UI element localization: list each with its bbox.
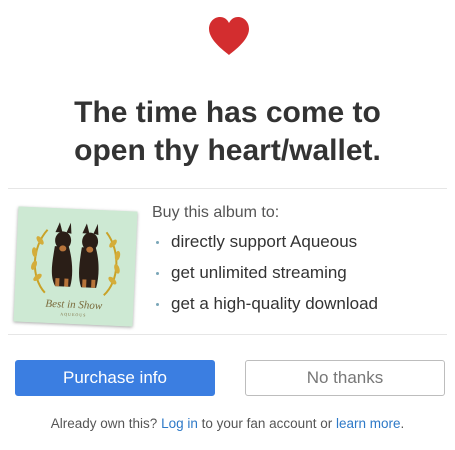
divider-top	[8, 188, 447, 189]
headline: The time has come to open thy heart/wall…	[0, 94, 455, 170]
benefit-item: directly support Aqueous	[152, 230, 378, 261]
footer-suffix: .	[400, 416, 405, 431]
no-thanks-button[interactable]: No thanks	[245, 360, 445, 396]
album-cover: Best in Show AQUEOUS	[13, 206, 138, 327]
footer-prefix: Already own this?	[50, 416, 158, 431]
benefit-item: get a high-quality download	[152, 292, 378, 323]
benefit-text: get unlimited streaming	[171, 263, 347, 282]
footer-middle: to your fan account or	[201, 416, 333, 431]
headline-line-2: open thy heart/wallet.	[74, 134, 381, 167]
heart-icon	[207, 16, 251, 56]
headline-line-1: The time has come to	[74, 96, 381, 129]
bullet-icon	[156, 272, 159, 275]
benefit-text: get a high-quality download	[171, 294, 378, 313]
login-link[interactable]: Log in	[161, 416, 198, 431]
divider-bottom	[8, 334, 447, 335]
bullet-icon	[156, 241, 159, 244]
benefit-item: get unlimited streaming	[152, 261, 378, 292]
buy-heading: Buy this album to:	[152, 204, 280, 221]
purchase-info-button[interactable]: Purchase info	[15, 360, 215, 396]
benefit-list: directly support Aqueous get unlimited s…	[152, 230, 378, 323]
footer-text: Already own this? Log in to your fan acc…	[0, 416, 455, 431]
bullet-icon	[156, 303, 159, 306]
benefit-text: directly support Aqueous	[171, 232, 358, 251]
learn-more-link[interactable]: learn more	[336, 416, 401, 431]
